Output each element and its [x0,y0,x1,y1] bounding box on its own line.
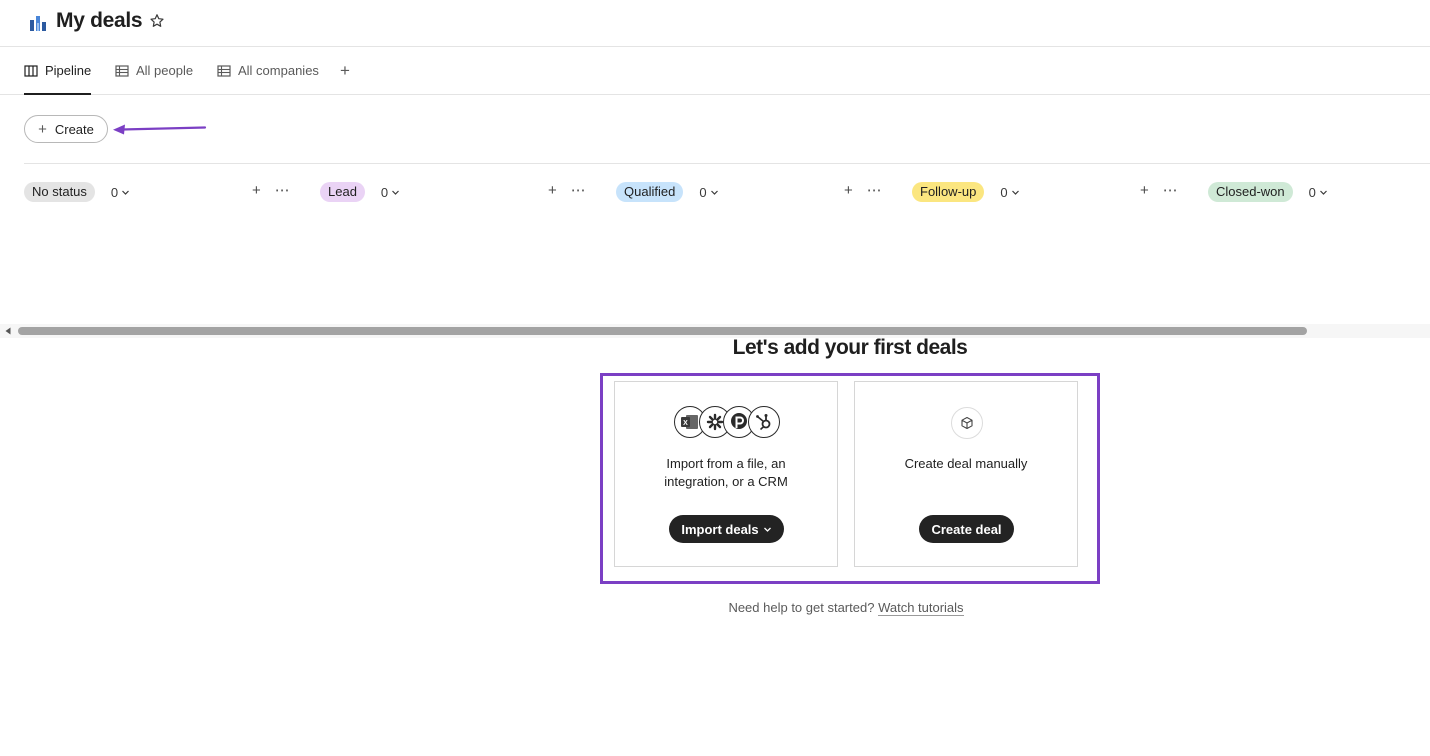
status-badge: No status [24,182,95,202]
watch-tutorials-link[interactable]: Watch tutorials [878,600,964,616]
create-deal-button[interactable]: Create deal [919,515,1014,543]
hubspot-icon [748,406,780,438]
tab-label: All companies [238,63,319,78]
column-count-dropdown[interactable]: 0 [699,185,718,200]
cube-icon [951,407,983,439]
column-count-dropdown[interactable]: 0 [111,185,130,200]
svg-text:X: X [683,420,688,427]
column-actions: + ⋯ [1140,183,1178,199]
tab-label: All people [136,63,194,78]
column-header-qualified: Qualified 0 [616,181,719,203]
column-count: 0 [110,184,119,200]
add-view-button[interactable]: + [337,61,353,81]
help-text: Need help to get started? Watch tutorial… [600,600,1092,616]
import-deals-label: Import deals [681,521,759,537]
column-header-lead: Lead 0 [320,181,400,203]
help-prompt: Need help to get started? [728,600,875,615]
integration-logos: X [674,406,780,438]
import-card-text: Import from a file, an integration, or a… [625,455,827,491]
import-text-line: Import from a file, an [666,456,786,471]
status-badge: Follow-up [912,182,985,202]
manual-card-text: Create deal manually [904,456,1028,471]
chevron-down-icon [710,190,718,195]
more-options-icon[interactable]: ⋯ [1163,183,1178,199]
annotation-arrow [113,124,207,135]
column-actions: + ⋯ [844,183,882,199]
manual-card: Create deal manually Create deal [854,381,1078,567]
plus-icon: + [38,120,47,138]
chevron-down-icon [763,527,771,532]
column-count-dropdown[interactable]: 0 [1309,185,1328,200]
column-header-follow-up: Follow-up 0 [912,181,1020,203]
favorite-star-icon[interactable] [149,13,165,29]
import-card: X Import from a file, an integration, or… [614,381,838,567]
status-badge: Closed-won [1208,182,1293,202]
tab-label: Pipeline [45,63,92,78]
pipeline-chart-icon [30,16,46,31]
column-header-no-status: No status 0 [24,181,130,203]
empty-state-title: Let's add your first deals [732,336,968,359]
status-badge: Qualified [616,182,684,202]
page-header: My deals [0,0,1430,47]
column-count-dropdown[interactable]: 0 [1000,185,1019,200]
column-actions: + ⋯ [252,183,290,199]
import-text-line: integration, or a CRM [664,474,788,489]
more-options-icon[interactable]: ⋯ [275,183,290,199]
add-deal-icon[interactable]: + [252,183,261,199]
page-title: My deals [56,9,143,32]
add-deal-icon[interactable]: + [1140,183,1149,199]
tab-all-people[interactable]: All people [115,47,193,94]
table-icon [115,64,129,77]
more-options-icon[interactable]: ⋯ [571,183,586,199]
board-columns-icon [24,64,38,77]
column-count-dropdown[interactable]: 0 [381,185,400,200]
chevron-down-icon [1319,190,1327,195]
tab-pipeline[interactable]: Pipeline [24,47,92,95]
chevron-down-icon [1011,190,1019,195]
more-options-icon[interactable]: ⋯ [867,183,882,199]
add-deal-icon[interactable]: + [844,183,853,199]
board-divider [24,163,1430,164]
column-header-closed-won: Closed-won 0 [1208,181,1328,203]
table-icon [217,64,231,77]
column-count: 0 [380,184,389,200]
column-count: 0 [1308,184,1316,200]
import-deals-button[interactable]: Import deals [669,515,784,543]
scrollbar-thumb[interactable] [18,327,1307,335]
create-button-label: Create [54,121,94,137]
tab-all-companies[interactable]: All companies [217,47,319,94]
column-count: 0 [1000,184,1008,200]
add-deal-icon[interactable]: + [548,183,557,199]
chevron-down-icon [392,190,400,195]
column-actions: + ⋯ [548,183,586,199]
scroll-left-icon[interactable] [3,326,13,336]
chevron-down-icon [122,190,130,195]
column-count: 0 [699,184,707,200]
create-button[interactable]: + Create [24,115,108,143]
status-badge: Lead [320,182,365,202]
view-tabs: Pipeline All people All companies + [0,47,1430,95]
